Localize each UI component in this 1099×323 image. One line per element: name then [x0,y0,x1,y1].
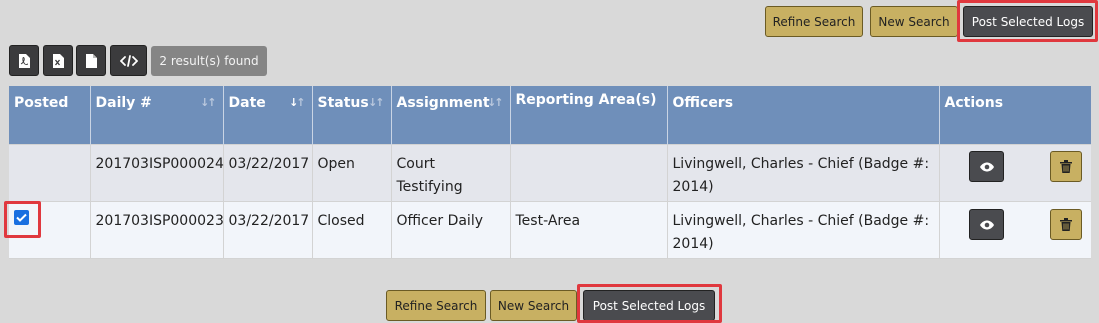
column-header-reporting-area: Reporting Area(s) [509,86,667,144]
sort-icon[interactable]: ↓↑ [200,96,217,109]
daily-number-cell: 201703ISP000023 [89,200,224,259]
column-header-actions: Actions [938,86,1091,144]
code-icon [119,54,138,67]
results-count-badge: 2 result(s) found [151,46,267,76]
sort-icon[interactable]: ↓↑ [368,96,385,109]
trash-icon [1060,218,1072,231]
status-cell: Closed [311,200,391,259]
table-row: 201703ISP000023 03/22/2017 Closed Office… [9,200,1091,259]
table-row: 201703ISP000024 03/22/2017 Open Court Te… [9,143,1091,201]
column-header-status[interactable]: Status ↓↑ [311,86,391,144]
reporting-area-cell: Test-Area [509,200,667,259]
date-cell: 03/22/2017 [222,143,312,201]
status-cell: Open [311,143,391,201]
posted-cell [9,143,90,201]
refine-search-button-bottom[interactable]: Refine Search [386,290,486,321]
sort-icon[interactable]: ↓↑ [487,96,504,109]
export-document-button[interactable] [76,45,106,76]
refine-search-button-top[interactable]: Refine Search [765,6,863,37]
eye-icon [979,162,994,171]
highlight-box [4,201,41,238]
view-button[interactable] [969,151,1004,182]
sort-desc-icon[interactable]: ↓↑ [289,96,306,109]
delete-button[interactable] [1050,209,1082,240]
column-header-daily[interactable]: Daily # ↓↑ [89,86,223,144]
trash-icon [1060,160,1072,173]
assignment-cell: Court Testifying [390,143,510,201]
export-excel-button[interactable] [43,45,73,76]
highlight-box [577,284,722,323]
new-search-button-top[interactable]: New Search [870,6,958,37]
highlight-box [957,0,1098,42]
column-header-posted: Posted [9,86,90,144]
eye-icon [979,220,994,229]
document-icon [86,53,97,68]
delete-button[interactable] [1050,151,1082,182]
new-search-button-bottom[interactable]: New Search [490,290,577,321]
assignment-cell: Officer Daily [390,200,510,259]
column-header-assignment[interactable]: Assignment ↓↑ [390,86,510,144]
column-header-officers: Officers [666,86,939,144]
column-header-date[interactable]: Date ↓↑ [222,86,312,144]
pdf-file-icon [19,53,30,68]
view-button[interactable] [969,209,1004,240]
excel-file-icon [53,53,64,68]
export-pdf-button[interactable] [9,45,39,76]
date-cell: 03/22/2017 [222,200,312,259]
daily-number-cell: 201703ISP000024 [89,143,224,201]
table-header-row: Posted Daily # ↓↑ Date ↓↑ Status ↓↑ Assi… [9,86,1091,144]
export-code-button[interactable] [110,45,147,76]
officers-cell: Livingwell, Charles - Chief (Badge #: 20… [666,200,939,259]
results-table: Posted Daily # ↓↑ Date ↓↑ Status ↓↑ Assi… [9,86,1091,259]
reporting-area-cell [509,143,667,201]
officers-cell: Livingwell, Charles - Chief (Badge #: 20… [666,143,939,201]
